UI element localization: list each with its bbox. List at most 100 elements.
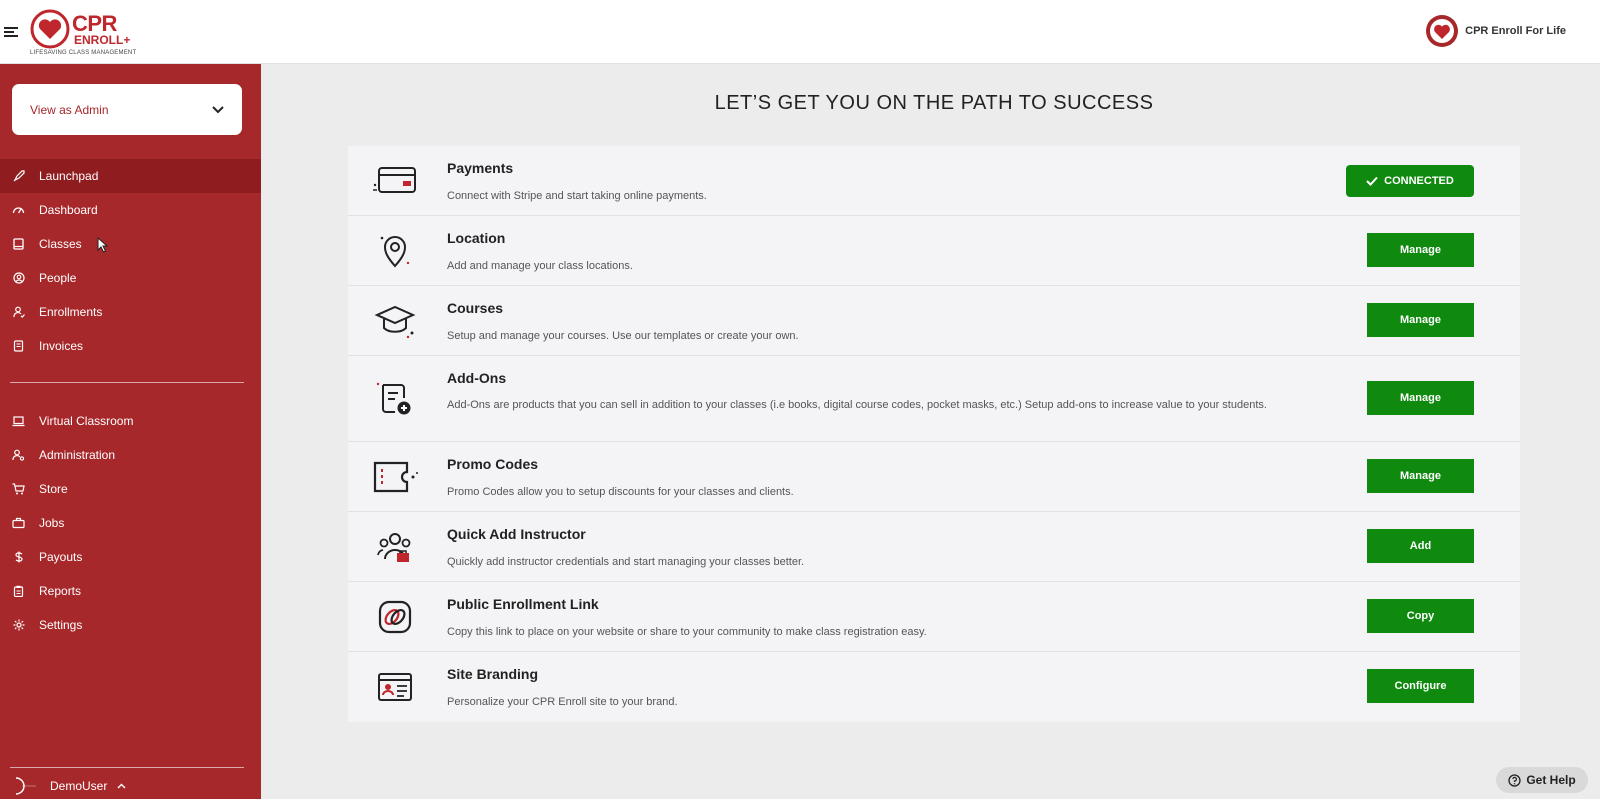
laptop-icon (12, 415, 25, 428)
sidebar-item-label: Virtual Classroom (39, 414, 134, 428)
step-row-public-enrollment-link: Public Enrollment Link Copy this link to… (348, 582, 1520, 652)
org-name: CPR Enroll For Life (1465, 25, 1566, 37)
sidebar-item-reports[interactable]: Reports (0, 574, 261, 608)
step-description: Quickly add instructor credentials and s… (447, 556, 805, 568)
sidebar-item-settings[interactable]: Settings (0, 608, 261, 642)
step-description: Personalize your CPR Enroll site to your… (447, 696, 678, 708)
sidebar-item-virtual-classroom[interactable]: Virtual Classroom (0, 404, 261, 438)
step-title: Public Enrollment Link (447, 596, 599, 612)
mouse-cursor-icon (97, 237, 109, 253)
configure-branding-button[interactable]: Configure (1367, 669, 1474, 703)
copy-enrollment-link-button[interactable]: Copy (1367, 599, 1474, 633)
ticket-icon (370, 457, 420, 497)
step-title: Add-Ons (447, 370, 507, 386)
sidebar: View as Admin Launchpad Dashboard Classe… (0, 64, 261, 799)
person-check-icon (12, 306, 25, 319)
page-title: LET’S GET YOU ON THE PATH TO SUCCESS (714, 92, 1154, 114)
rocket-icon (12, 170, 25, 183)
brand-logo[interactable]: CPR ENROLL+ LIFESAVING CLASS MANAGEMENT (30, 9, 140, 57)
clipboard-icon (12, 585, 25, 598)
person-circle-icon (12, 272, 25, 285)
logo-text-enroll: ENROLL+ (74, 33, 131, 47)
graduation-cap-icon (370, 301, 420, 341)
sidebar-item-invoices[interactable]: Invoices (0, 329, 261, 363)
setup-steps-panel: Payments Connect with Stripe and start t… (348, 146, 1520, 722)
nav-divider (10, 382, 244, 383)
step-title: Courses (447, 300, 504, 316)
step-row-quick-add-instructor: Quick Add Instructor Quickly add instruc… (348, 512, 1520, 582)
step-description: Promo Codes allow you to setup discounts… (447, 486, 794, 498)
admin-icon (12, 449, 25, 462)
sidebar-item-label: Jobs (39, 516, 65, 530)
chevron-down-icon (212, 105, 224, 113)
step-row-promo-codes: Promo Codes Promo Codes allow you to set… (348, 442, 1520, 512)
manage-promo-codes-button[interactable]: Manage (1367, 459, 1474, 493)
step-row-site-branding: Site Branding Personalize your CPR Enrol… (348, 652, 1520, 722)
sidebar-item-enrollments[interactable]: Enrollments (0, 295, 261, 329)
sidebar-item-label: Classes (39, 237, 82, 251)
sidebar-item-label: Payouts (39, 550, 83, 564)
hamburger-icon[interactable] (4, 27, 18, 37)
sidebar-item-dashboard[interactable]: Dashboard (0, 193, 261, 227)
sidebar-item-classes[interactable]: Classes (0, 227, 261, 261)
sidebar-item-label: Administration (39, 448, 116, 462)
sidebar-item-label: Store (39, 482, 68, 496)
step-title: Location (447, 230, 506, 246)
map-pin-icon (370, 231, 420, 271)
step-description: Add-Ons are products that you can sell i… (447, 399, 1267, 411)
question-circle-icon (1508, 773, 1521, 787)
id-card-icon (370, 667, 420, 707)
sidebar-item-label: Enrollments (39, 305, 103, 319)
check-icon (1366, 176, 1378, 186)
sidebar-item-label: Dashboard (39, 203, 98, 217)
step-row-payments: Payments Connect with Stripe and start t… (348, 146, 1520, 216)
step-title: Site Branding (447, 666, 539, 682)
sidebar-item-label: Settings (39, 618, 83, 632)
heart-badge-icon (30, 9, 70, 49)
payments-connected-button[interactable]: CONNECTED (1346, 165, 1474, 197)
sidebar-item-payouts[interactable]: Payouts (0, 540, 261, 574)
get-help-label: Get Help (1526, 773, 1576, 787)
sidebar-item-label: Reports (39, 584, 82, 598)
manage-locations-button[interactable]: Manage (1367, 233, 1474, 267)
briefcase-icon (12, 517, 25, 530)
logo-tagline: LIFESAVING CLASS MANAGEMENT (30, 50, 137, 56)
instructor-group-icon (370, 527, 420, 567)
invoice-icon (12, 340, 25, 353)
user-divider (10, 767, 244, 768)
sidebar-item-label: Launchpad (39, 169, 99, 183)
sidebar-item-store[interactable]: Store (0, 472, 261, 506)
credit-card-icon (370, 161, 420, 201)
sidebar-item-label: People (39, 271, 77, 285)
step-title: Promo Codes (447, 456, 539, 472)
step-description: Add and manage your class locations. (447, 260, 633, 272)
step-title: Payments (447, 160, 514, 176)
step-row-add-ons: Add-Ons Add-Ons are products that you ca… (348, 356, 1520, 442)
dollar-icon (12, 551, 25, 564)
step-description: Connect with Stripe and start taking onl… (447, 190, 707, 202)
sidebar-item-jobs[interactable]: Jobs (0, 506, 261, 540)
sidebar-item-launchpad[interactable]: Launchpad (0, 159, 261, 193)
sidebar-item-people[interactable]: People (0, 261, 261, 295)
org-seal-icon (1426, 15, 1459, 47)
book-icon (12, 238, 25, 251)
step-row-location: Location Add and manage your class locat… (348, 216, 1520, 286)
step-title: Quick Add Instructor (447, 526, 586, 542)
get-help-button[interactable]: Get Help (1496, 767, 1588, 793)
manage-add-ons-button[interactable]: Manage (1367, 381, 1474, 415)
gauge-icon (12, 204, 25, 217)
user-menu[interactable]: DemoUser (12, 773, 126, 799)
gear-icon (12, 619, 25, 632)
add-list-icon (370, 379, 420, 419)
view-as-label: View as Admin (30, 102, 109, 117)
step-row-courses: Courses Setup and manage your courses. U… (348, 286, 1520, 356)
button-label: CONNECTED (1384, 175, 1454, 187)
view-as-select[interactable]: View as Admin (12, 84, 242, 135)
add-instructor-button[interactable]: Add (1367, 529, 1474, 563)
user-avatar-icon (15, 777, 36, 795)
sidebar-item-administration[interactable]: Administration (0, 438, 261, 472)
link-icon (370, 597, 420, 637)
org-account[interactable]: CPR Enroll For Life (1425, 14, 1566, 48)
manage-courses-button[interactable]: Manage (1367, 303, 1474, 337)
step-description: Setup and manage your courses. Use our t… (447, 330, 799, 342)
